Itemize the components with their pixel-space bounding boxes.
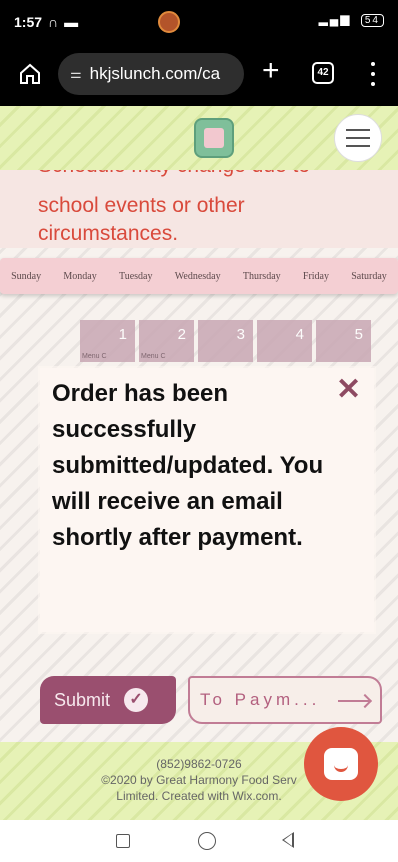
more-vert-icon[interactable] — [370, 62, 376, 86]
notice-cut-line: Schedule may change due to — [38, 170, 310, 180]
calendar-day[interactable]: 1 Menu C — [80, 320, 135, 362]
back-icon[interactable] — [282, 832, 294, 848]
submit-label: Submit — [54, 689, 111, 710]
site-logo[interactable] — [194, 118, 234, 158]
web-page: Schedule may change due to school events… — [0, 106, 398, 820]
browser-toolbar: ⚌ hkjslunch.com/ca + 42 — [0, 44, 398, 106]
weekday-label: Tuesday — [118, 270, 153, 282]
calendar-day[interactable]: 5 — [316, 320, 371, 362]
site-header — [0, 106, 398, 170]
status-time: 1:57 — [14, 14, 43, 30]
day-menu-tag: Menu C — [82, 353, 107, 360]
chat-button[interactable] — [304, 727, 378, 801]
weekday-label: Thursday — [242, 270, 281, 282]
day-number: 3 — [236, 326, 245, 343]
to-payment-button[interactable]: To Paym... — [188, 676, 382, 724]
order-success-dialog: Order has been successfully submitted/up… — [40, 368, 374, 632]
weekday-header: Sunday Monday Tuesday Wednesday Thursday Frid… — [0, 258, 398, 294]
tune-icon[interactable]: ⚌ — [70, 66, 82, 82]
notification-icon: ▬ — [64, 14, 79, 30]
headphones-icon: ∩ — [48, 14, 59, 30]
schedule-notice: Schedule may change due to school events… — [0, 170, 398, 248]
check-icon: ✓ — [124, 688, 149, 712]
day-number: 5 — [354, 326, 363, 343]
status-left: 1:57 ∩ ▬ — [14, 14, 78, 30]
calendar-day[interactable]: 3 — [198, 320, 253, 362]
signal-icon: ▂▄▆ — [318, 12, 352, 26]
calendar-day[interactable]: 2 Menu C — [139, 320, 194, 362]
url-text: hkjslunch.com/ca — [89, 64, 221, 83]
status-bar: 1:57 ∩ ▬ ▂▄▆ 54 — [0, 0, 398, 44]
close-icon[interactable]: ✕ — [336, 372, 361, 407]
weekday-label: Sunday — [11, 270, 42, 282]
day-number: 2 — [177, 326, 186, 343]
dialog-message: Order has been successfully submitted/up… — [52, 380, 324, 551]
weekday-label: Friday — [302, 270, 329, 282]
home-nav-icon[interactable] — [198, 832, 216, 850]
home-icon[interactable] — [18, 62, 42, 86]
hamburger-menu-icon[interactable] — [334, 114, 382, 162]
day-number: 4 — [295, 326, 304, 343]
chat-icon — [324, 748, 358, 780]
app-notification-icon — [158, 11, 180, 33]
weekday-label: Monday — [63, 270, 97, 282]
notice-text: school events or other circumstances. — [38, 194, 245, 245]
plus-icon[interactable]: + — [262, 56, 280, 86]
calendar-day[interactable]: 4 — [257, 320, 312, 362]
address-bar[interactable]: ⚌ hkjslunch.com/ca — [58, 53, 244, 95]
day-menu-tag: Menu C — [141, 353, 166, 360]
calendar-row: 1 Menu C 2 Menu C 3 4 5 — [80, 320, 371, 362]
day-number: 1 — [118, 326, 127, 343]
arrow-right-icon — [338, 700, 370, 702]
system-nav-bar — [0, 820, 398, 862]
tab-count-button[interactable]: 42 — [312, 62, 334, 84]
weekday-label: Wednesday — [174, 270, 221, 282]
weekday-label: Saturday — [351, 270, 387, 282]
recent-apps-icon[interactable] — [116, 834, 130, 848]
status-right: ▂▄▆ 54 — [319, 12, 384, 27]
payment-label: To Paym... — [200, 690, 321, 709]
battery-icon: 54 — [360, 14, 384, 27]
submit-button[interactable]: Submit ✓ — [40, 676, 176, 724]
